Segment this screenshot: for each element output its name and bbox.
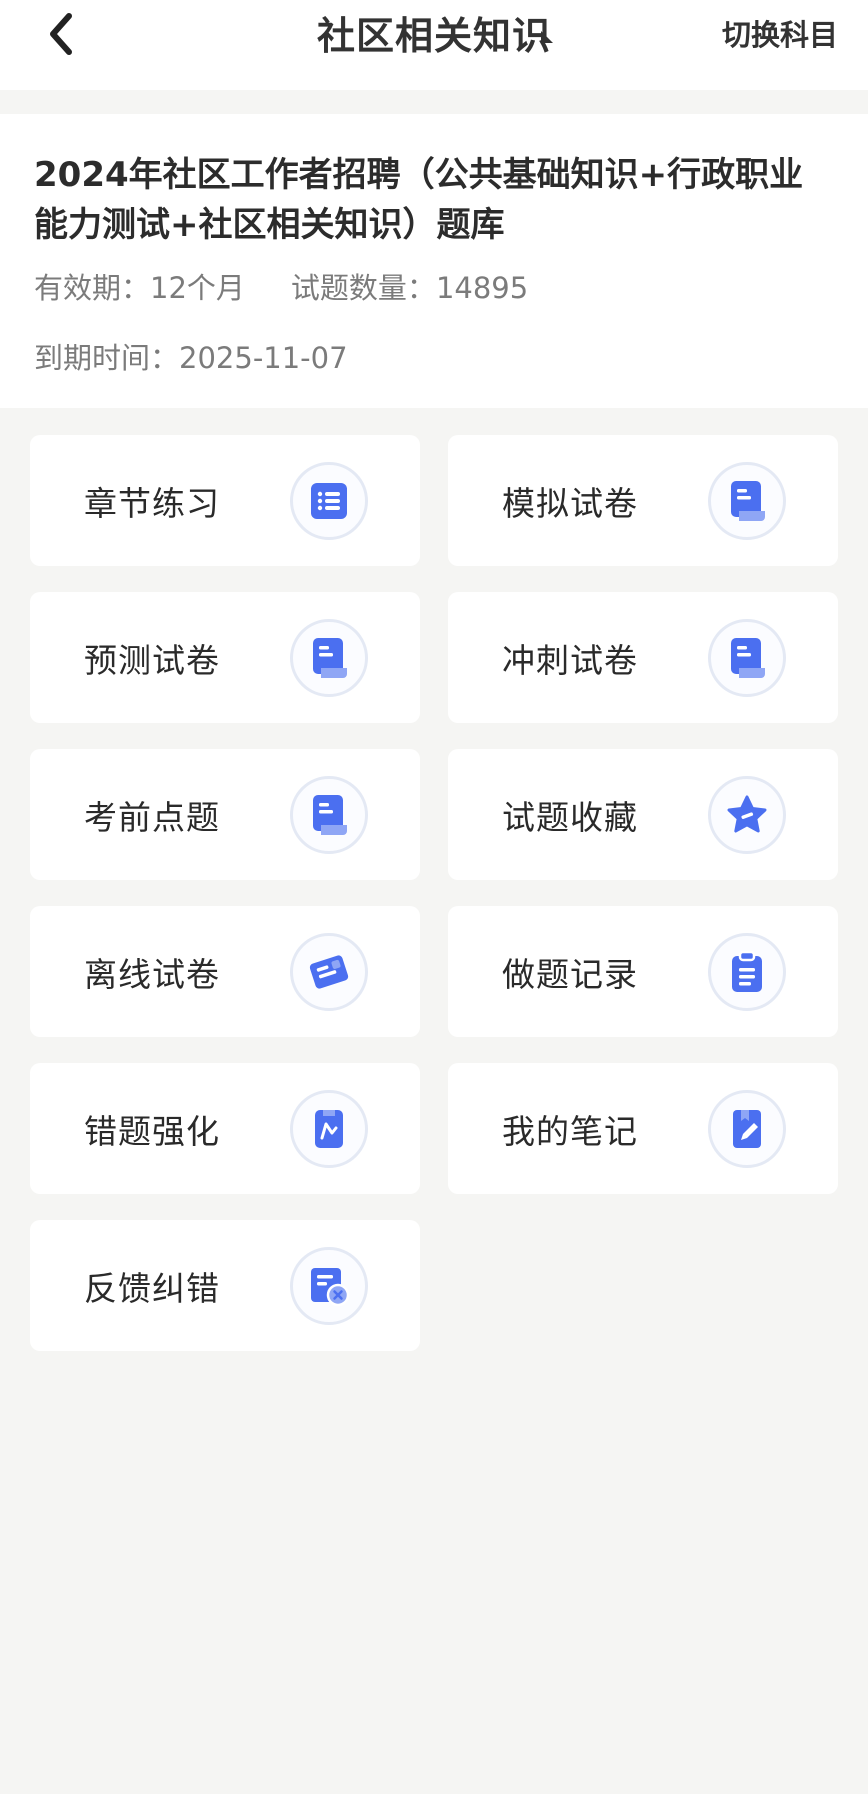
feature-grid: 章节练习 模拟试卷 预测试卷 冲刺试卷 考前点题 试题收藏 离线试卷 做题记录 … xyxy=(30,435,838,1351)
tile-icon-wrap xyxy=(290,932,368,1011)
tile-label: 模拟试卷 xyxy=(502,483,638,523)
count-label: 试题数量： xyxy=(290,271,436,305)
list-icon xyxy=(311,482,347,519)
menu-practice-history[interactable]: 做题记录 xyxy=(448,906,838,1037)
tile-icon-wrap xyxy=(290,461,368,540)
expire-label: 到期时间： xyxy=(34,341,180,375)
caret-down-right-icon[interactable] xyxy=(540,30,554,44)
validity-and-count: 有效期：12个月 试题数量：14895 xyxy=(34,268,834,308)
validity-label: 有效期： xyxy=(34,271,151,305)
menu-mistake-review[interactable]: 错题强化 xyxy=(30,1063,420,1194)
menu-offline-exam[interactable]: 离线试卷 xyxy=(30,906,420,1037)
paper-scroll-icon xyxy=(731,480,765,521)
tile-icon-wrap xyxy=(290,775,368,854)
menu-sprint-exam[interactable]: 冲刺试卷 xyxy=(448,592,838,723)
question-bank-info: 2024年社区工作者招聘（公共基础知识+行政职业能力测试+社区相关知识）题库 有… xyxy=(0,114,868,408)
tile-label: 我的笔记 xyxy=(502,1111,638,1151)
tile-label: 做题记录 xyxy=(502,954,638,994)
tile-label: 预测试卷 xyxy=(84,640,220,680)
count-value: 14895 xyxy=(435,271,529,305)
tile-label: 章节练习 xyxy=(84,483,220,523)
validity-value: 12个月 xyxy=(150,271,245,305)
download-paper-icon xyxy=(309,954,349,989)
tile-label: 冲刺试卷 xyxy=(502,640,638,680)
switch-subject-button[interactable]: 切换科目 xyxy=(722,10,838,60)
tile-icon-wrap xyxy=(290,618,368,697)
app-page: 社区相关知识 切换科目 2024年社区工作者招聘（公共基础知识+行政职业能力测试… xyxy=(0,0,868,1794)
tile-icon-wrap xyxy=(708,1089,786,1168)
tile-icon-wrap xyxy=(708,775,786,854)
clipboard-icon xyxy=(732,950,762,992)
tile-icon-wrap xyxy=(708,461,786,540)
tile-icon-wrap xyxy=(290,1089,368,1168)
feedback-error-icon xyxy=(311,1267,350,1306)
tile-label: 考前点题 xyxy=(84,797,220,837)
mistake-book-icon xyxy=(315,1109,343,1148)
menu-chapter-practice[interactable]: 章节练习 xyxy=(30,435,420,566)
paper-scroll-icon xyxy=(313,794,347,835)
tile-icon-wrap xyxy=(708,932,786,1011)
paper-scroll-icon xyxy=(313,637,347,678)
tile-icon-wrap xyxy=(708,618,786,697)
menu-mock-exam[interactable]: 模拟试卷 xyxy=(448,435,838,566)
tile-label: 错题强化 xyxy=(84,1111,220,1151)
note-pen-icon xyxy=(733,1109,761,1148)
question-bank-title: 2024年社区工作者招聘（公共基础知识+行政职业能力测试+社区相关知识）题库 xyxy=(34,155,804,245)
menu-feedback-error[interactable]: 反馈纠错 xyxy=(30,1220,420,1351)
tile-label: 反馈纠错 xyxy=(84,1268,220,1308)
menu-favorites[interactable]: 试题收藏 xyxy=(448,749,838,880)
menu-key-points[interactable]: 考前点题 xyxy=(30,749,420,880)
star-icon xyxy=(727,795,767,832)
expire-row: 到期时间：2025-11-07 xyxy=(34,338,834,378)
menu-my-notes[interactable]: 我的笔记 xyxy=(448,1063,838,1194)
expire-value: 2025-11-07 xyxy=(179,341,348,375)
tile-label: 离线试卷 xyxy=(84,954,220,994)
top-bar: 社区相关知识 切换科目 xyxy=(0,0,868,90)
tile-label: 试题收藏 xyxy=(502,797,638,837)
menu-predict-exam[interactable]: 预测试卷 xyxy=(30,592,420,723)
paper-scroll-icon xyxy=(731,637,765,678)
tile-icon-wrap xyxy=(290,1246,368,1325)
